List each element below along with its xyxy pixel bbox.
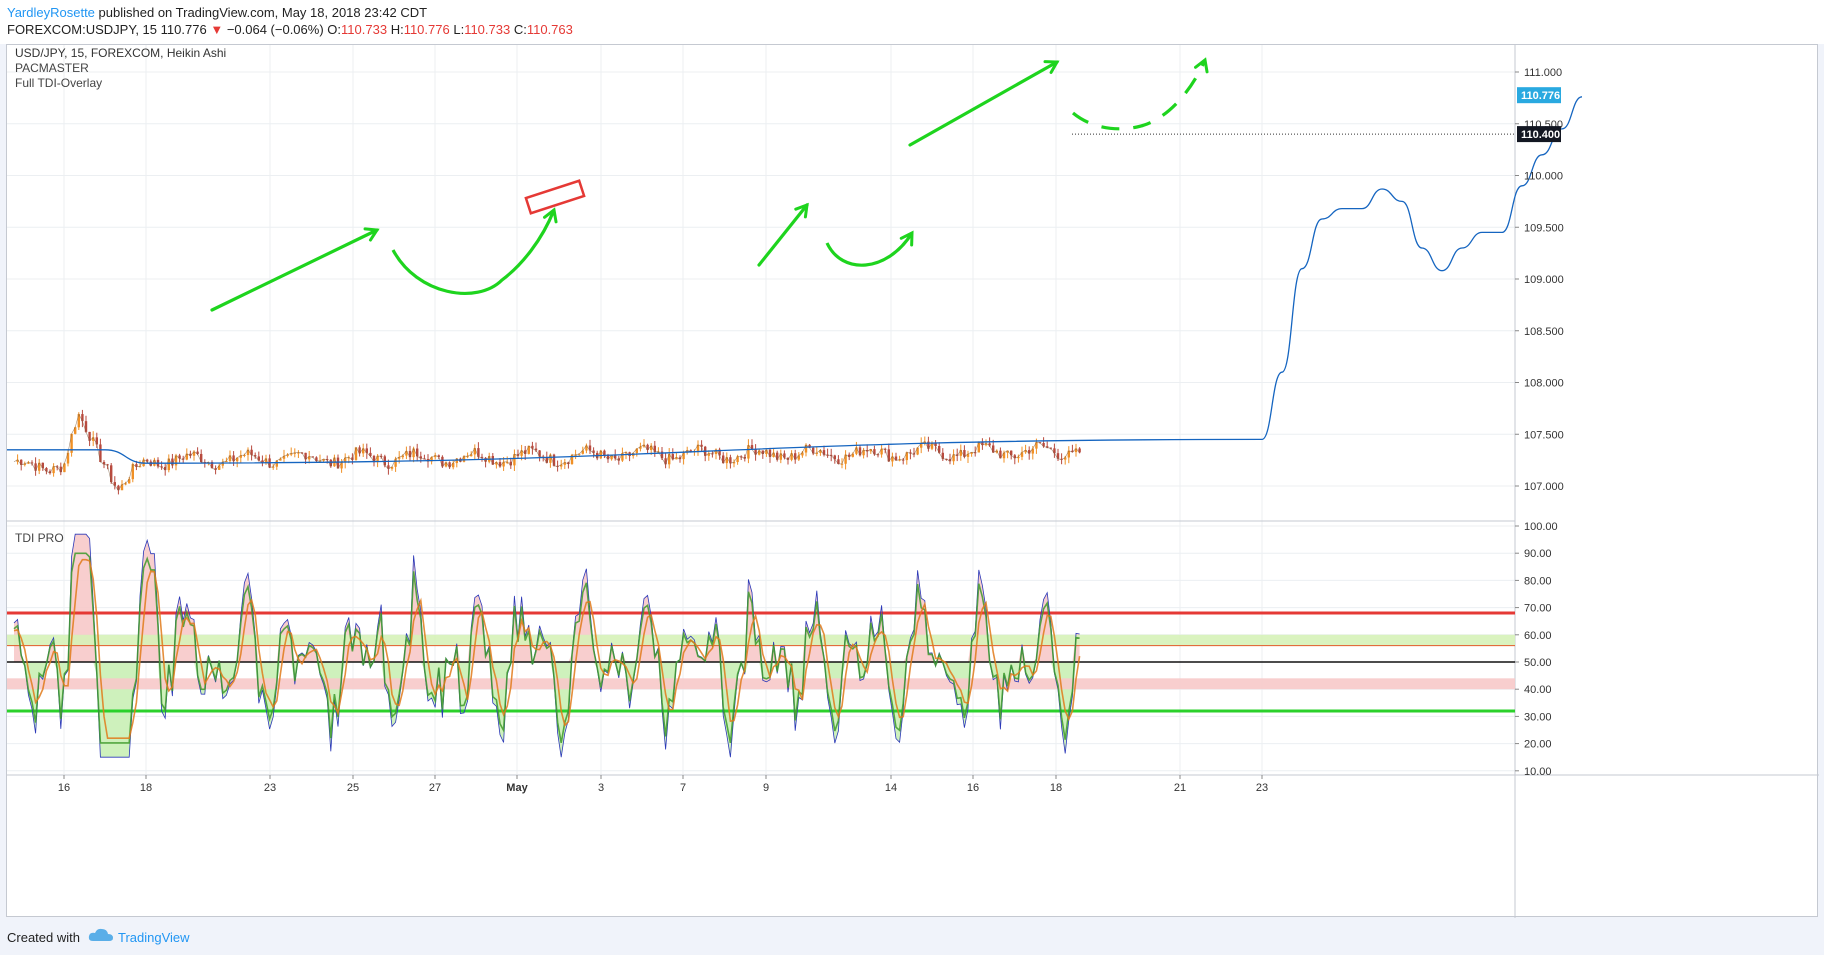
last-price: 110.776: [160, 22, 207, 37]
tdi-axis-label: 40.00: [1524, 684, 1552, 696]
close-label: C:: [513, 22, 527, 37]
time-axis-label: 23: [1256, 782, 1268, 794]
annotations: [210, 57, 1209, 312]
trend-arrow-1: [210, 228, 379, 312]
price-axis-label: 110.000: [1524, 171, 1563, 183]
time-axis-label: May: [506, 782, 528, 794]
slow-ma-line: [6, 96, 1583, 464]
symbol-line: FOREXCOM:USDJPY, 15 110.776 ▼ −0.064 (−0…: [7, 22, 573, 37]
created-with-text: Created with: [7, 930, 80, 945]
time-axis-label: 16: [967, 782, 979, 794]
tdi-axis-label: 80.00: [1524, 575, 1552, 587]
symbol-label: FOREXCOM:USDJPY, 15: [7, 22, 158, 37]
time-axis-label: 9: [763, 782, 769, 794]
close-value: 110.763: [526, 22, 573, 37]
time-axis-label: 27: [429, 782, 441, 794]
author-link[interactable]: YardleyRosette: [7, 5, 95, 20]
price-axis-label: 107.500: [1524, 429, 1564, 441]
tradingview-cloud-icon: [88, 928, 113, 941]
tradingview-link[interactable]: TradingView: [118, 930, 190, 945]
projection-path: [1071, 59, 1207, 131]
projection-path-head: [1194, 57, 1209, 74]
price-axis-label: 109.000: [1524, 274, 1564, 286]
price-axis-label: 111.000: [1524, 67, 1562, 79]
time-axis-label: 18: [1050, 782, 1062, 794]
high-value: 110.776: [403, 22, 450, 37]
price-axis-label: 107.000: [1524, 481, 1564, 493]
cup-curve-1: [391, 209, 556, 295]
footer: Created with TradingView: [0, 918, 1824, 955]
trend-arrow-3: [908, 60, 1059, 147]
tdi-axis-label: 70.00: [1524, 603, 1552, 615]
price-axis-label: 109.500: [1524, 222, 1564, 234]
chart-container[interactable]: 111.000 110.500 110.000 109.500 109.000 108.5…: [6, 44, 1819, 918]
legend-indicator-tdi-overlay: Full TDI-Overlay: [15, 76, 102, 90]
tdi-axis-label: 10.00: [1524, 766, 1552, 778]
open-label: O:: [327, 22, 342, 37]
tdi-axis-label: 90.00: [1524, 548, 1552, 560]
legend-title: USD/JPY, 15, FOREXCOM, Heikin Ashi: [15, 46, 226, 60]
publish-header: YardleyRosette published on TradingView.…: [0, 0, 1824, 44]
time-axis-label: 21: [1174, 782, 1186, 794]
legend-indicator-pacmaster: PACMASTER: [15, 61, 89, 75]
price-axis-label: 108.000: [1524, 378, 1564, 390]
cup-curve-2: [825, 232, 914, 267]
current-price-label: 110.776: [1521, 90, 1560, 102]
time-axis-label: 16: [58, 782, 70, 794]
tdi-axis-label: 60.00: [1524, 630, 1552, 642]
horizontal-line-label: 110.400: [1521, 129, 1560, 141]
tdi-axis-label: 20.00: [1524, 739, 1552, 751]
time-axis-label: 18: [140, 782, 152, 794]
price-axis-label: 108.500: [1524, 326, 1564, 338]
tdi-axis-label: 30.00: [1524, 711, 1552, 723]
time-axis-label: 7: [680, 782, 686, 794]
candles: [13, 409, 1081, 495]
time-axis-label: 3: [598, 782, 604, 794]
down-arrow-icon: ▼: [210, 22, 224, 37]
high-label: H:: [390, 22, 404, 37]
tdi-zone: [7, 678, 1515, 690]
price-change: −0.064 (−0.06%): [226, 22, 324, 37]
legend-tdi-pro: TDI PRO: [15, 531, 64, 545]
published-text: published on TradingView.com, May 18, 20…: [98, 5, 428, 20]
candle-body: [131, 464, 134, 480]
open-value: 110.733: [341, 22, 388, 37]
tdi-axis-label: 100.00: [1524, 521, 1558, 533]
time-axis-label: 25: [347, 782, 359, 794]
tdi-axis-label: 50.00: [1524, 657, 1552, 669]
publish-line: YardleyRosette published on TradingView.…: [7, 5, 427, 20]
low-value: 110.733: [464, 22, 511, 37]
chart-svg[interactable]: 111.000110.500110.000109.500109.000108.5…: [6, 45, 1819, 918]
time-axis-label: 23: [264, 782, 276, 794]
ma-layer: [6, 96, 1583, 464]
time-axis-label: 14: [885, 782, 897, 794]
low-label: L:: [453, 22, 465, 37]
